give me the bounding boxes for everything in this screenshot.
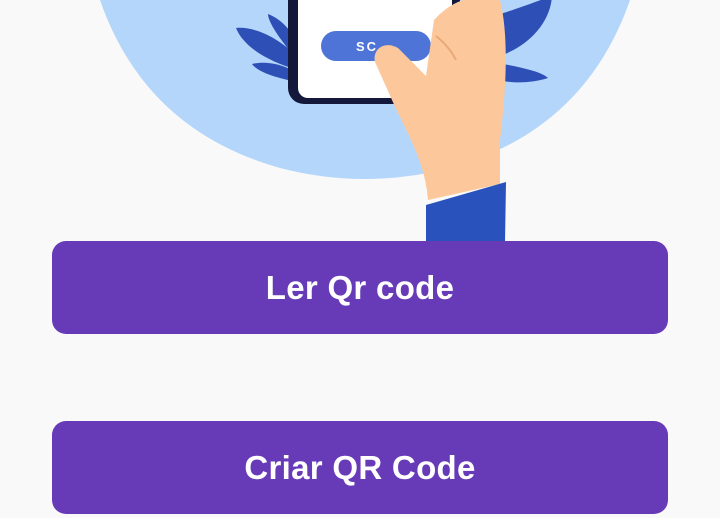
- phone-qr-scan-illustration: SC: [100, 0, 630, 242]
- app-screen: SC Ler Qr code Criar QR Code: [0, 0, 720, 518]
- phone-button-label: SC: [356, 39, 378, 54]
- create-qr-code-button[interactable]: Criar QR Code: [52, 421, 668, 514]
- read-qr-code-button[interactable]: Ler Qr code: [52, 241, 668, 334]
